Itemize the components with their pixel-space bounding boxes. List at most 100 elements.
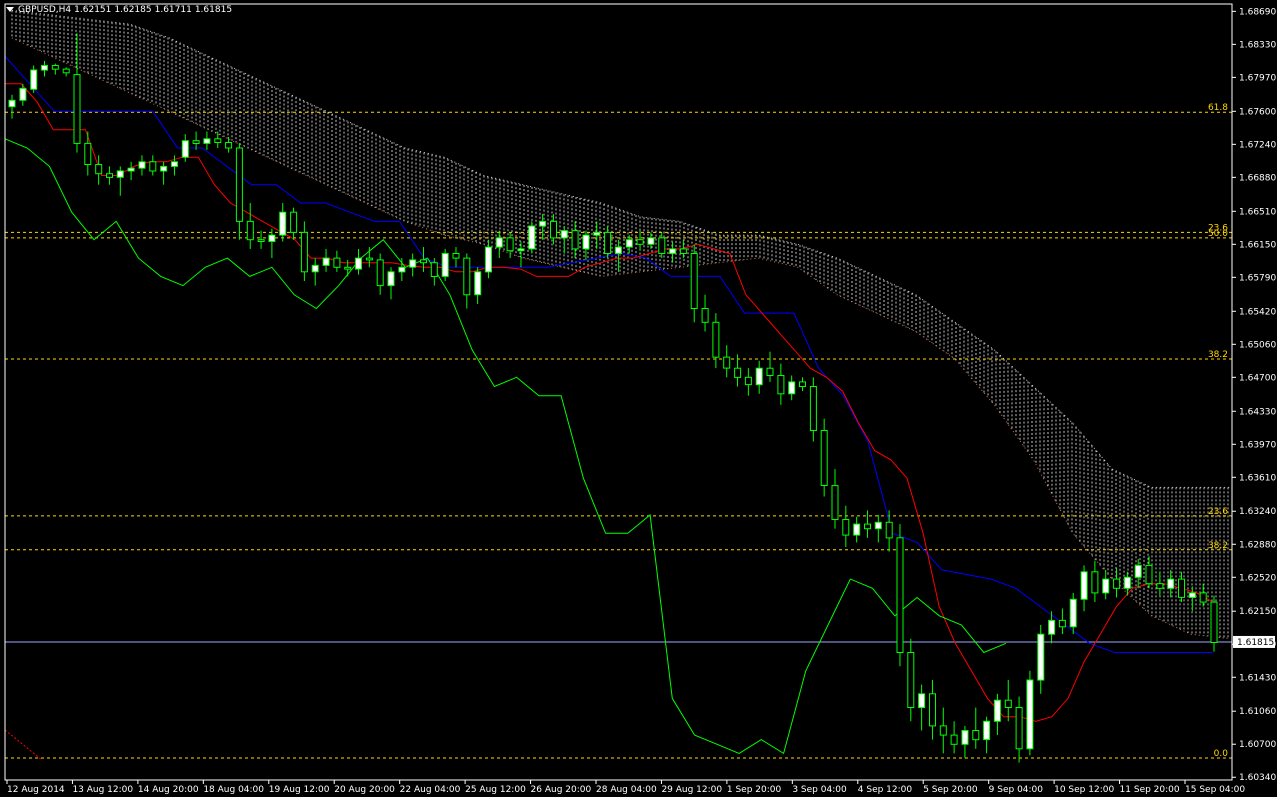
chart-header: GBPUSD,H4 1.62151 1.62185 1.61711 1.61815 xyxy=(6,5,235,15)
candle-body xyxy=(127,167,135,172)
plot-frame xyxy=(4,3,1233,781)
candle-body xyxy=(246,220,254,241)
kumo-span-b xyxy=(11,37,1231,640)
candle-body xyxy=(1037,633,1045,681)
candle-body xyxy=(993,699,1001,722)
candle-body xyxy=(116,170,124,178)
candle-body xyxy=(799,381,806,387)
price-chart[interactable]: 61.823.650.038.223.638.20.0 1.686901.683… xyxy=(0,0,1277,797)
candle-body xyxy=(1188,592,1196,599)
y-tick-label: 1.63240 xyxy=(1239,507,1276,517)
y-tick-label: 1.67240 xyxy=(1239,140,1276,150)
candle-body xyxy=(1026,679,1034,750)
candle-body xyxy=(777,375,785,395)
y-tick-label: 1.62520 xyxy=(1239,573,1276,583)
x-tick-label: 12 Aug 2014 xyxy=(7,785,65,795)
candle-body xyxy=(658,237,666,254)
candle-body xyxy=(420,259,427,264)
candle-body xyxy=(225,142,233,149)
candle-body xyxy=(734,367,742,378)
candle-body xyxy=(1167,578,1175,589)
x-tick-label: 5 Sep 20:00 xyxy=(923,785,978,795)
y-tick-label: 1.61430 xyxy=(1239,673,1276,683)
ichimoku-cloud xyxy=(11,9,1231,640)
candle-body xyxy=(929,693,936,727)
close-value: 1.61815 xyxy=(194,5,233,15)
candle-body xyxy=(690,253,698,309)
candle-body xyxy=(1048,619,1056,635)
candle-body xyxy=(1113,578,1121,589)
dropdown-triangle-icon[interactable] xyxy=(6,7,14,12)
fibo-level-label: 0.0 xyxy=(1214,749,1229,759)
candle-body xyxy=(1145,564,1153,585)
x-tick-label: 3 Sep 04:00 xyxy=(792,785,847,795)
candle-body xyxy=(1199,592,1207,603)
candle-body xyxy=(19,87,27,101)
y-tick-label: 1.68690 xyxy=(1239,7,1276,17)
candle-body xyxy=(874,521,882,530)
candle-body xyxy=(84,142,92,165)
candle-body xyxy=(560,230,568,239)
candle-body xyxy=(171,161,178,167)
y-tick-label: 1.61060 xyxy=(1239,707,1276,717)
y-tick-label: 1.63610 xyxy=(1239,473,1276,483)
candle-body xyxy=(1080,571,1088,600)
candle-body xyxy=(41,65,48,71)
x-tick-label: 4 Sep 12:00 xyxy=(858,785,913,795)
fibo-level-label: 23.6 xyxy=(1208,507,1228,517)
candle-body xyxy=(344,266,352,270)
x-tick-label: 9 Sep 04:00 xyxy=(989,785,1044,795)
candle-body xyxy=(322,257,330,266)
candle-body xyxy=(290,211,298,233)
candle-body xyxy=(723,356,731,369)
candle-body xyxy=(73,74,81,144)
y-tick-label: 1.60340 xyxy=(1239,773,1276,783)
x-tick-label: 15 Sep 04:00 xyxy=(1185,785,1245,795)
candle-body xyxy=(517,248,525,252)
x-tick-label: 1 Sep 20:00 xyxy=(727,785,782,795)
candle-body xyxy=(300,231,308,273)
x-tick-label: 20 Aug 20:00 xyxy=(334,785,395,795)
candle-body xyxy=(203,138,211,144)
candle-body xyxy=(30,69,38,90)
fibonacci-levels: 61.823.650.038.223.638.20.0 xyxy=(4,103,1232,761)
y-tick-label: 1.67600 xyxy=(1239,107,1276,117)
candle-body xyxy=(983,720,991,741)
candle-body xyxy=(452,253,460,259)
candle-body xyxy=(809,386,817,431)
candle-body xyxy=(679,248,687,254)
candle-body xyxy=(181,140,189,158)
x-tick-label: 10 Sep 12:00 xyxy=(1054,785,1114,795)
candle-body xyxy=(614,246,622,255)
candle-body xyxy=(571,230,579,250)
candle-body xyxy=(582,234,590,250)
y-tick-label: 1.65060 xyxy=(1239,340,1276,350)
candle-body xyxy=(853,523,861,536)
x-tick-label: 26 Aug 20:00 xyxy=(531,785,592,795)
candle-body xyxy=(8,99,16,108)
x-tick-label: 19 Aug 12:00 xyxy=(269,785,330,795)
candle-body xyxy=(398,266,406,273)
y-tick-label: 1.64330 xyxy=(1239,407,1276,417)
candle-body xyxy=(939,725,947,736)
candle-body xyxy=(1091,571,1099,594)
low-value: 1.61711 xyxy=(154,5,192,15)
fibo-level-label: 50.0 xyxy=(1208,229,1228,239)
candle-body xyxy=(950,734,958,745)
candle-body xyxy=(1015,707,1023,750)
candle-body xyxy=(441,253,449,277)
y-tick-label: 1.63970 xyxy=(1239,440,1276,450)
x-tick-label: 18 Aug 04:00 xyxy=(203,785,264,795)
y-tick-label: 1.66880 xyxy=(1239,173,1276,183)
candle-body xyxy=(333,257,341,268)
candle-body xyxy=(279,211,287,236)
candle-body xyxy=(51,65,59,70)
candle-body xyxy=(474,271,482,296)
candle-body xyxy=(311,264,319,273)
candle-body xyxy=(1058,619,1066,628)
candle-body xyxy=(669,248,677,254)
candle-body xyxy=(539,220,547,227)
y-tick-label: 1.65420 xyxy=(1239,307,1276,317)
candle-body xyxy=(528,225,536,250)
candle-body xyxy=(95,164,103,175)
